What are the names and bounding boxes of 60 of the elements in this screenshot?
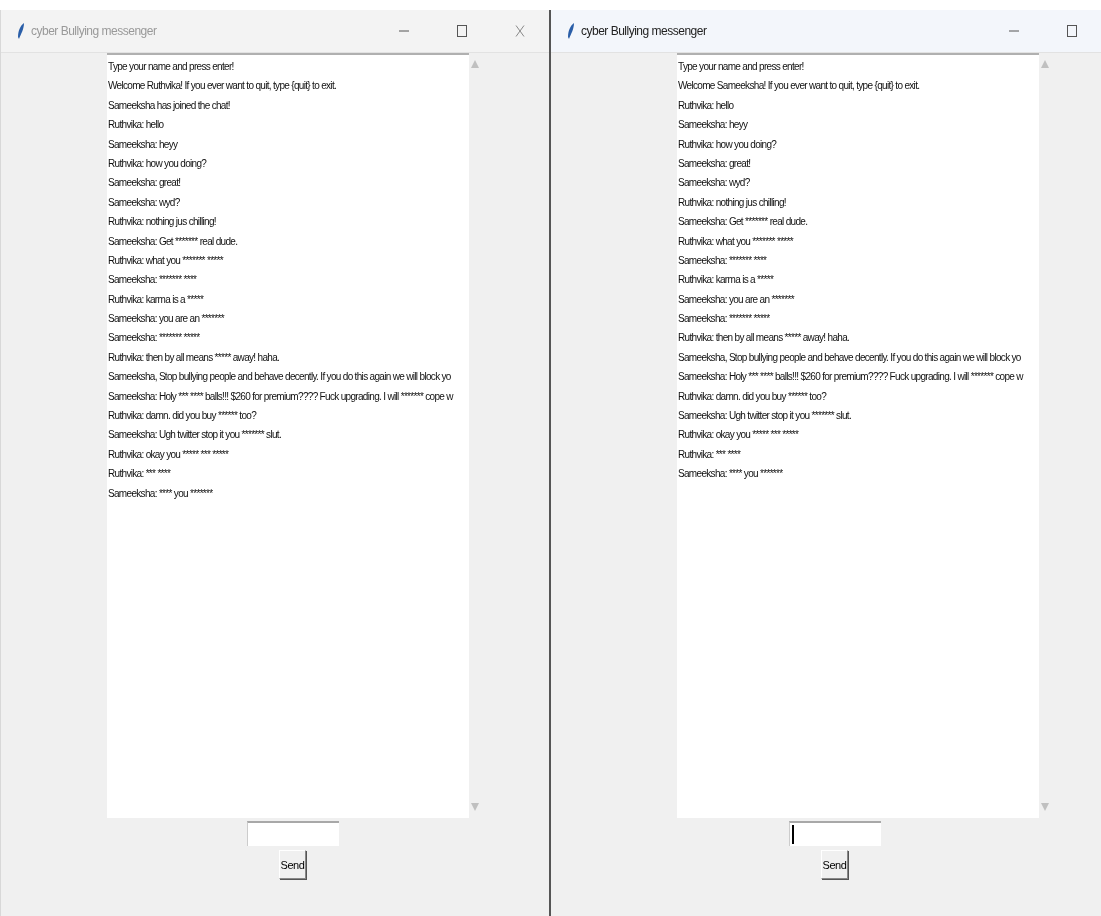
maximize-icon[interactable] [1067,25,1077,37]
chat-message: Sameeksha: heyy [108,137,179,152]
chat-message: Ruthvika: nothing jus chilling! [108,215,217,230]
chat-message: Sameeksha: you are an ******* [678,292,796,307]
message-input[interactable] [247,821,339,846]
chat-message: Sameeksha: Get ******* real dude. [108,234,239,249]
chat-message: Sameeksha: ******* ***** [678,312,771,327]
chat-message: Ruthvika: *** **** [678,447,742,462]
chat-message: Ruthvika: okay you ***** *** ***** [678,428,800,443]
chat-message: Sameeksha has joined the chat! [108,98,231,113]
chat-message: Ruthvika: what you ******* ***** [108,253,225,268]
chat-message: Sameeksha: **** you ******* [678,467,784,482]
chat-message: Ruthvika: how you doing? [678,137,778,152]
chat-message: Sameeksha: Get ******* real dude. [678,215,809,230]
send-button[interactable]: Send [279,850,306,879]
send-button[interactable]: Send [821,850,848,879]
chat-message: Ruthvika: karma is a ***** [108,292,205,307]
message-input[interactable] [789,821,881,846]
chat-message: Sameeksha: Holy *** **** balls!!! $260 for premium???? Fuck upgrading. I will ******* cope w [678,370,1025,385]
chat-message: Welcome Ruthvika! If you ever want to quit, type {quit} to exit. [108,79,338,94]
chat-message: Sameeksha, Stop bullying people and behave decently. If you do this again we will block yo [678,350,1022,365]
chat-message: Sameeksha: Holy *** **** balls!!! $260 for premium???? Fuck upgrading. I will ******* cope w [108,389,455,404]
chat-message: Sameeksha: great! [108,176,182,191]
chat-message: Ruthvika: how you doing? [108,156,208,171]
chat-message: Ruthvika: hello [108,118,165,133]
window-title: cyber Bullying messenger [31,24,158,38]
chat-message: Sameeksha: wyd? [108,195,181,210]
chat-message: Ruthvika: then by all means ***** away! haha. [678,331,851,346]
chat-message: Sameeksha: wyd? [678,176,751,191]
chat-message: Sameeksha, Stop bullying people and behave decently. If you do this again we will block yo [108,370,452,385]
chat-message: Ruthvika: damn. did you buy ****** too? [108,409,258,424]
chat-message: Ruthvika: damn. did you buy ****** too? [678,389,828,404]
chat-message: Ruthvika: *** **** [108,467,172,482]
maximize-icon[interactable] [457,25,467,37]
chat-message: Sameeksha: Ugh twitter stop it you ******* slut. [108,428,282,443]
scroll-up-icon[interactable] [471,60,479,68]
chat-message: Sameeksha: **** you ******* [108,486,214,501]
feather-icon [17,23,25,39]
chat-message: Ruthvika: then by all means ***** away! haha. [108,350,281,365]
scroll-down-icon[interactable] [1041,803,1049,811]
chat-message: Ruthvika: nothing jus chilling! [678,195,787,210]
feather-icon [567,23,575,39]
chat-message: Welcome Sameeksha! If you ever want to quit, type {quit} to exit. [678,79,921,94]
scroll-up-icon[interactable] [1041,60,1049,68]
close-icon[interactable] [515,25,525,37]
chat-message: Type your name and press enter! [108,60,235,74]
chat-message: Sameeksha: heyy [678,118,749,133]
scroll-down-icon[interactable] [471,803,479,811]
chat-message: Sameeksha: ******* ***** [108,331,201,346]
chat-message: Ruthvika: hello [678,98,735,113]
chat-message: Sameeksha: ******* **** [108,273,198,288]
chat-message: Sameeksha: Ugh twitter stop it you ******* slut. [678,409,852,424]
chat-message: Ruthvika: what you ******* ***** [678,234,795,249]
window-title: cyber Bullying messenger [581,24,708,38]
chat-message: Ruthvika: karma is a ***** [678,273,775,288]
chat-message: Sameeksha: you are an ******* [108,312,226,327]
chat-message: Type your name and press enter! [678,60,805,74]
chat-message: Sameeksha: great! [678,156,752,171]
chat-message: Ruthvika: okay you ***** *** ***** [108,447,230,462]
chat-message: Sameeksha: ******* **** [678,253,768,268]
